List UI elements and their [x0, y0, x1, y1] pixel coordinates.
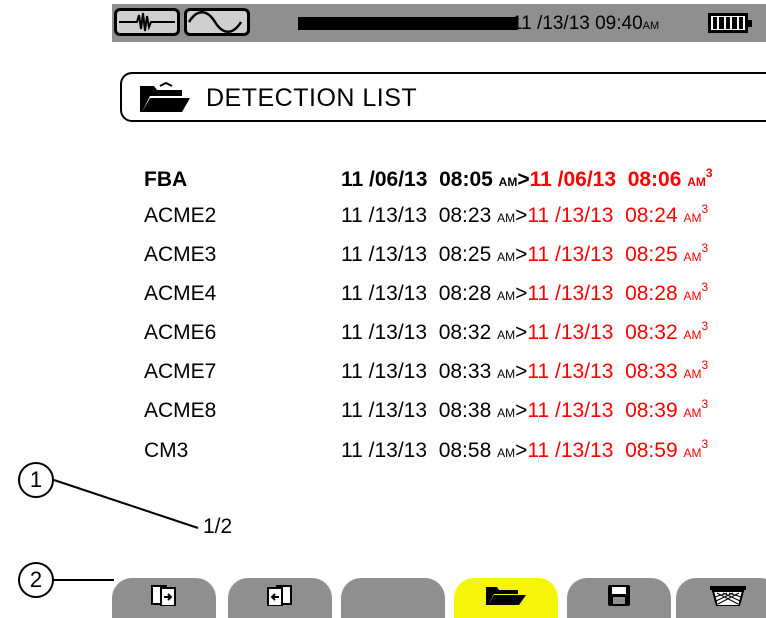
- function-key-4[interactable]: [454, 578, 558, 618]
- function-key-5[interactable]: [567, 578, 671, 618]
- function-key-bar: [0, 578, 766, 618]
- function-key-2[interactable]: [228, 578, 332, 618]
- function-key-6[interactable]: [676, 578, 766, 618]
- callout-1: 1: [18, 462, 54, 498]
- page-indicator: 1/2: [203, 515, 233, 538]
- callout-leader-lines: [53, 479, 199, 581]
- function-key-1[interactable]: [112, 578, 216, 618]
- function-key-3[interactable]: [341, 578, 445, 618]
